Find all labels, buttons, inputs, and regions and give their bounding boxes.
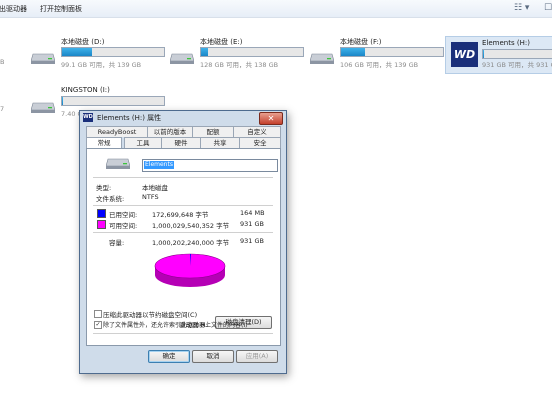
usage-bar [61,96,165,106]
free-space-label: 可用空间: [109,222,138,230]
tab-previous-versions[interactable]: 以前的版本 [147,126,193,137]
tabs-top-row: ReadyBoost 以前的版本 配额 自定义 [86,126,281,137]
hard-drive-icon [31,53,55,64]
usage-bar-fill [62,48,92,56]
hard-drive-icon [170,53,194,64]
cancel-button[interactable]: 取消 [192,350,234,363]
open-control-panel-button[interactable]: 打开控制面板 [40,4,82,14]
toolbar: 弹出驱动器 打开控制面板 ☷ ▾ ☐ [0,0,552,18]
used-space-swatch [97,209,106,218]
used-space-bytes: 172,699,648 字节 [152,211,209,219]
capacity-size: 931 GB [240,237,264,245]
eject-drive-button[interactable]: 弹出驱动器 [0,4,27,14]
view-options-icon[interactable]: ☷ ▾ [514,3,529,13]
tab-readyboost[interactable]: ReadyBoost [86,126,148,137]
hard-drive-icon [310,53,334,64]
tab-tools[interactable]: 工具 [124,137,162,148]
wd-logo-icon: WD [451,42,478,67]
index-checkbox[interactable]: ✓ [94,321,102,329]
drive-free-space: 128 GB 可用，共 138 GB [200,61,279,69]
usage-bar-fill [483,50,484,58]
usage-bar-fill [341,48,366,56]
tab-quota[interactable]: 配额 [192,126,234,137]
close-button[interactable]: ✕ [259,112,283,125]
drive-name: 本地磁盘 (D:) [61,38,105,46]
usage-bar [200,47,304,57]
divider [93,333,273,334]
tab-hardware[interactable]: 硬件 [161,137,201,148]
compress-label: 压缩此驱动器以节约磁盘空间(C) [103,311,198,319]
apply-button[interactable]: 应用(A) [236,350,278,363]
drive-h-selected[interactable]: WD Elements (H:) 931 GB 可用，共 931 GB [445,36,552,74]
volume-name-text: Elements [144,161,174,169]
drive-icon [106,158,130,169]
tab-sharing[interactable]: 共享 [200,137,240,148]
capacity-bytes: 1,000,202,240,000 字节 [152,239,230,247]
used-space-size: 164 MB [240,209,265,217]
properties-dialog: WD Elements (H:) 属性 ✕ ReadyBoost 以前的版本 配… [79,110,287,374]
divider [93,177,273,178]
drive-free-space: 99.1 GB 可用，共 139 GB [61,61,142,69]
drive-name: 本地磁盘 (F:) [340,38,382,46]
usage-bar [482,49,552,59]
free-space-bytes: 1,000,029,540,352 字节 [152,222,230,230]
drive-name: 本地磁盘 (E:) [200,38,243,46]
ok-button[interactable]: 确定 [148,350,190,363]
tabs-bottom-row: 常规 工具 硬件 共享 安全 [86,137,281,149]
compress-checkbox[interactable] [94,310,102,318]
usage-bar-fill [62,97,64,105]
usage-bar [340,47,444,57]
divider [93,232,273,233]
usage-bar [61,47,165,57]
filesystem-value: NTFS [142,193,159,201]
divider [93,205,273,206]
free-space-swatch [97,220,106,229]
dialog-title: Elements (H:) 属性 [97,114,162,122]
clipped-drive-text-2: 7 [0,105,5,113]
drive-name: KINGSTON (I:) [61,86,110,94]
filesystem-label: 文件系统: [96,195,125,203]
type-label: 类型: [96,184,112,192]
tab-customize[interactable]: 自定义 [233,126,281,137]
type-value: 本地磁盘 [142,184,168,192]
disk-usage-pie-chart [154,253,226,287]
drive-free-space: 931 GB 可用，共 931 GB [482,61,552,69]
usb-drive-icon [31,102,55,113]
usage-bar-fill [201,48,209,56]
drive-free-space: 106 GB 可用，共 139 GB [340,61,419,69]
index-label: 除了文件属性外，还允许索引此驱动器上文件的内容(I) [103,322,248,329]
volume-name-input[interactable]: Elements [142,159,278,172]
wd-drive-icon: WD [83,113,93,122]
capacity-label: 容量: [109,239,125,247]
clipped-drive-text: B [0,58,5,66]
preview-pane-icon[interactable]: ☐ [544,3,552,13]
drive-name: Elements (H:) [482,39,530,47]
used-space-label: 已用空间: [109,211,138,219]
tab-security[interactable]: 安全 [239,137,281,148]
free-space-size: 931 GB [240,220,264,228]
dialog-titlebar[interactable]: WD Elements (H:) 属性 ✕ [80,111,286,125]
